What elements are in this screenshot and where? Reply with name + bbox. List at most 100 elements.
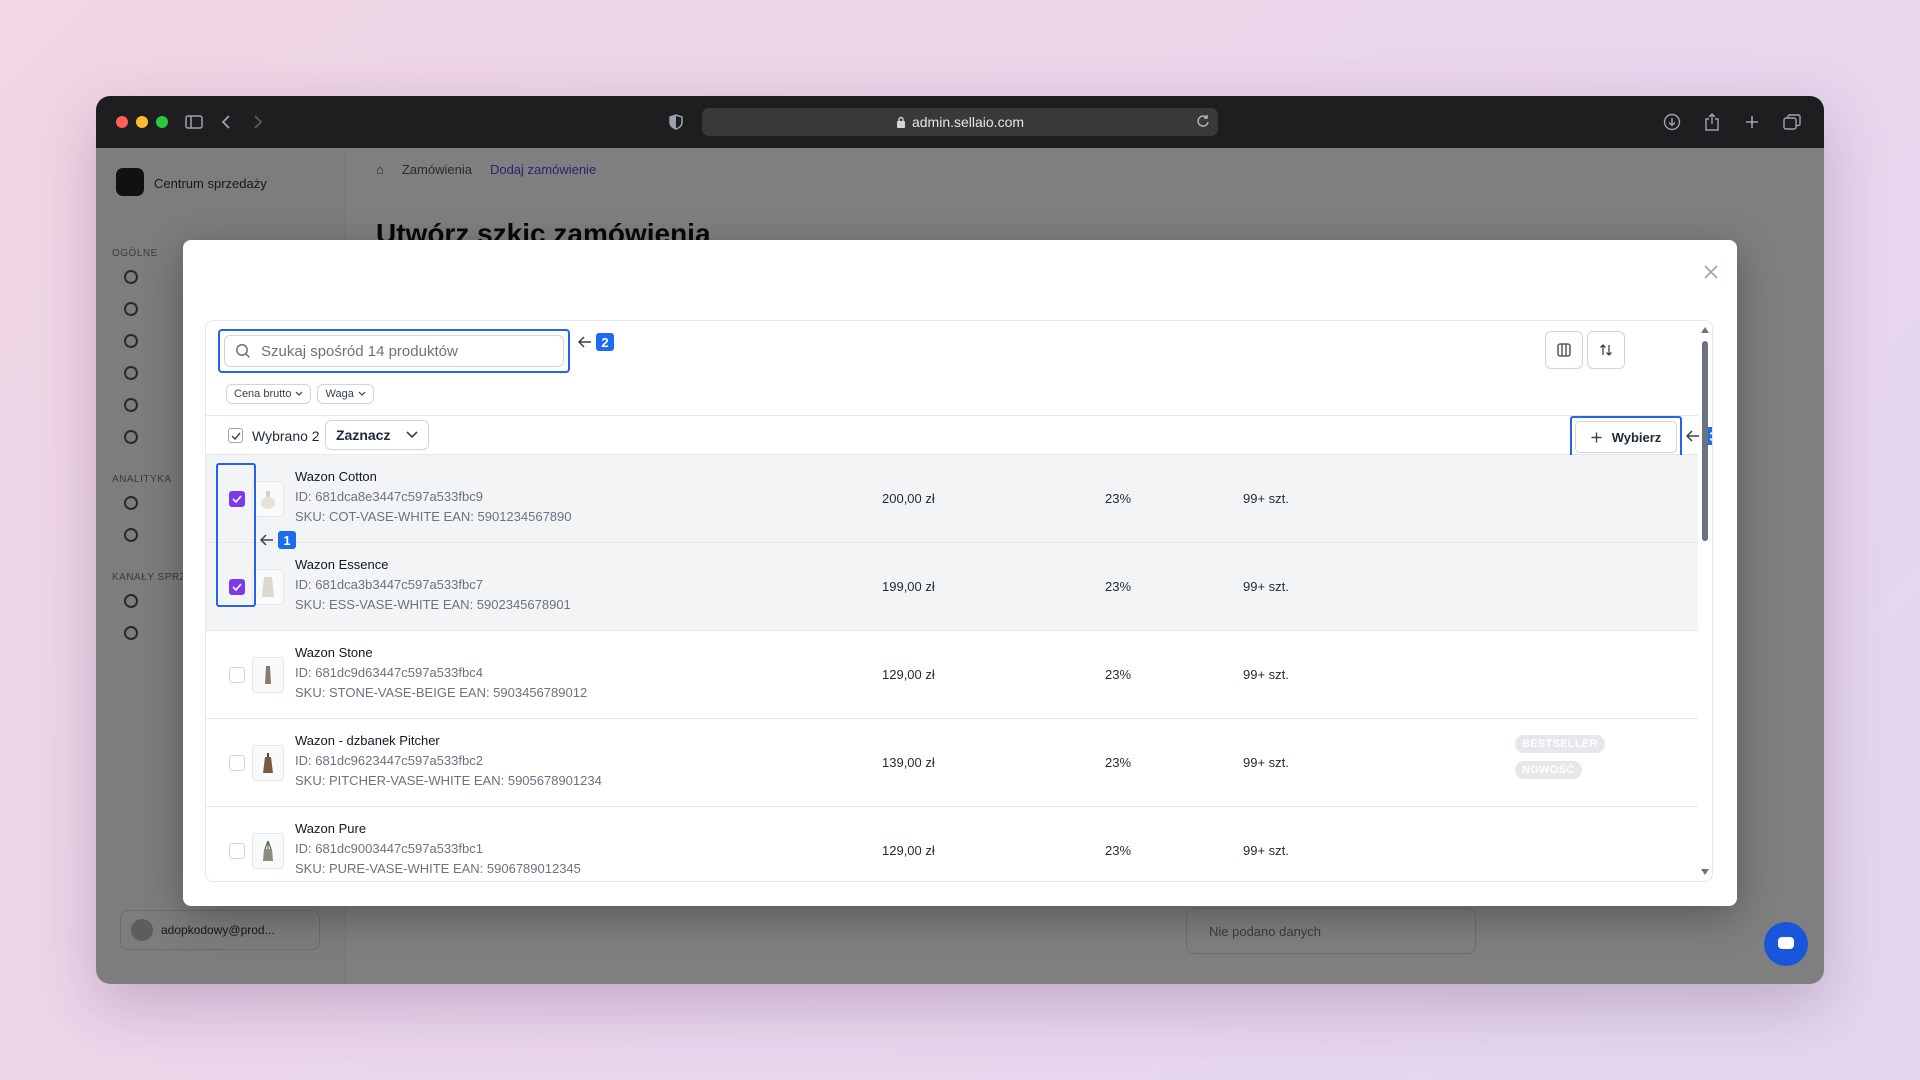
close-window-button[interactable]: [116, 116, 128, 128]
row-checkbox[interactable]: [229, 755, 245, 771]
search-field[interactable]: [224, 335, 564, 367]
product-thumbnail: [252, 657, 284, 693]
close-icon: [1704, 265, 1718, 279]
tabs-overview-icon[interactable]: [1780, 110, 1804, 134]
product-stock: 99+ szt.: [1243, 579, 1289, 594]
product-sku: SKU: PITCHER-VASE-WHITE EAN: 59056789012…: [295, 773, 602, 788]
sort-icon: [1600, 344, 1612, 356]
product-id: ID: 681dca3b3447c597a533fbc7: [295, 577, 483, 592]
download-icon[interactable]: [1660, 110, 1684, 134]
page-content: Centrum sprzedaży OGÓLNE ANALITYKA KANAŁ…: [96, 148, 1824, 984]
filter-chip-weight[interactable]: Waga: [317, 384, 374, 404]
chevron-down-icon: [358, 391, 366, 396]
product-vat: 23%: [1105, 667, 1132, 682]
product-thumbnail: [252, 745, 284, 781]
selection-toolbar: Wybrano 2 Zaznacz Wybierz 3: [206, 415, 1712, 458]
filter-chip-label: Cena brutto: [234, 388, 292, 400]
product-stock: 99+ szt.: [1243, 755, 1289, 770]
product-stock: 99+ szt.: [1243, 491, 1289, 506]
search-input[interactable]: [261, 342, 551, 360]
sort-button[interactable]: [1587, 331, 1625, 369]
scroll-thumb[interactable]: [1702, 341, 1708, 541]
lock-icon: [896, 116, 905, 128]
back-icon[interactable]: [214, 110, 238, 134]
address-bar[interactable]: admin.sellaio.com: [702, 108, 1218, 136]
product-id: ID: 681dca8e3447c597a533fbc9: [295, 489, 483, 504]
table-row[interactable]: Wazon Essence ID: 681dca3b3447c597a533fb…: [206, 543, 1698, 631]
chat-widget-button[interactable]: [1764, 922, 1808, 966]
callout-checkboxes: 1: [260, 531, 296, 549]
product-price: 200,00 zł: [882, 491, 935, 506]
columns-button[interactable]: [1545, 331, 1583, 369]
table-row[interactable]: Wazon Pure ID: 681dc9003447c597a533fbc1 …: [206, 807, 1698, 881]
product-vat: 23%: [1105, 755, 1132, 770]
filter-chip-price[interactable]: Cena brutto: [226, 384, 312, 404]
arrow-left-icon: [578, 336, 591, 348]
product-id: ID: 681dc9003447c597a533fbc1: [295, 841, 483, 856]
row-checkbox[interactable]: [229, 667, 245, 683]
minimize-window-button[interactable]: [136, 116, 148, 128]
product-table-panel: 2 Cena brutto Waga: [205, 320, 1713, 882]
product-id: ID: 681dc9d63447c597a533fbc4: [295, 665, 483, 680]
product-picker-modal: 2 Cena brutto Waga: [183, 240, 1737, 906]
chevron-down-icon: [296, 391, 303, 396]
product-list: Wazon Cotton ID: 681dca8e3447c597a533fbc…: [206, 455, 1698, 881]
product-thumbnail: [252, 569, 284, 605]
select-button-label: Wybierz: [1611, 429, 1662, 445]
scrollbar[interactable]: [1698, 321, 1712, 881]
product-sku: SKU: PURE-VASE-WHITE EAN: 5906789012345: [295, 861, 581, 876]
product-stock: 99+ szt.: [1243, 667, 1289, 682]
check-icon: [231, 432, 241, 440]
plus-icon: [1591, 432, 1602, 442]
window-controls: [116, 116, 168, 128]
callout-number: 2: [596, 333, 614, 351]
product-sku: SKU: STONE-VASE-BEIGE EAN: 5903456789012: [295, 685, 588, 700]
arrow-left-icon: [260, 534, 273, 546]
product-sku: SKU: ESS-VASE-WHITE EAN: 5902345678901: [295, 597, 571, 612]
product-name: Wazon - dzbanek Pitcher: [295, 733, 440, 748]
reload-icon[interactable]: [1196, 114, 1210, 131]
select-all-checkbox[interactable]: [228, 428, 243, 443]
chevron-down-icon: [406, 431, 418, 439]
mark-dropdown[interactable]: Zaznacz: [325, 420, 429, 450]
sidebar-toggle-icon[interactable]: [182, 110, 206, 134]
selected-count: Wybrano 2: [252, 428, 320, 444]
url-text: admin.sellaio.com: [911, 114, 1025, 130]
callout-number: 1: [278, 531, 296, 549]
product-price: 129,00 zł: [882, 667, 935, 682]
product-name: Wazon Pure: [295, 821, 367, 836]
browser-window: admin.sellaio.com Centrum sprzedaży OGÓL…: [96, 96, 1824, 984]
close-modal-button[interactable]: [1701, 262, 1721, 282]
filter-chip-label: Waga: [325, 388, 354, 400]
zoom-window-button[interactable]: [156, 116, 168, 128]
callout-search: 2: [578, 333, 614, 351]
product-vat: 23%: [1105, 843, 1132, 858]
product-name: Wazon Cotton: [295, 469, 377, 484]
select-products-button[interactable]: Wybierz: [1575, 421, 1677, 453]
search-icon: [236, 344, 251, 359]
tag-badge: BESTSELLER: [1515, 735, 1605, 753]
product-price: 129,00 zł: [882, 843, 935, 858]
privacy-shield-icon[interactable]: [664, 110, 688, 134]
columns-icon: [1557, 343, 1571, 357]
product-name: Wazon Essence: [295, 557, 389, 572]
product-price: 199,00 zł: [882, 579, 935, 594]
table-row[interactable]: Wazon Stone ID: 681dc9d63447c597a533fbc4…: [206, 631, 1698, 719]
table-row[interactable]: Wazon Cotton ID: 681dca8e3447c597a533fbc…: [206, 455, 1698, 543]
chat-icon: [1778, 937, 1794, 949]
product-vat: 23%: [1105, 491, 1132, 506]
search-highlight: [218, 329, 570, 373]
scroll-up-icon[interactable]: [1701, 327, 1709, 333]
share-icon[interactable]: [1700, 110, 1724, 134]
product-thumbnail: [252, 481, 284, 517]
row-checkbox[interactable]: [229, 843, 245, 859]
tag-badge: NOWOŚĆ: [1515, 761, 1582, 779]
table-row[interactable]: Wazon - dzbanek Pitcher ID: 681dc9623447…: [206, 719, 1698, 807]
forward-icon[interactable]: [246, 110, 270, 134]
scroll-down-icon[interactable]: [1701, 869, 1709, 875]
product-price: 139,00 zł: [882, 755, 935, 770]
new-tab-icon[interactable]: [1740, 110, 1764, 134]
filter-bar: Cena brutto Waga: [226, 384, 374, 404]
mark-dropdown-label: Zaznacz: [336, 427, 391, 443]
product-name: Wazon Stone: [295, 645, 373, 660]
